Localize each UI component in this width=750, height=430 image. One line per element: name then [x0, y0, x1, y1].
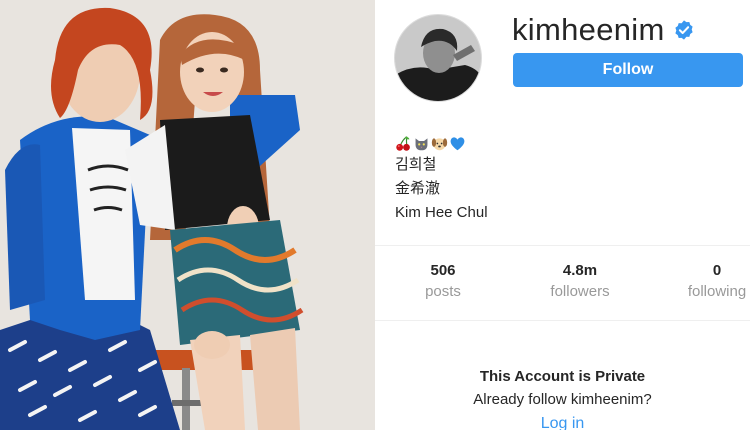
- login-link[interactable]: Log in: [541, 412, 585, 430]
- stat-followers-label: followers: [550, 283, 610, 300]
- bio: 김희철 金希澈 Kim Hee Chul: [395, 134, 488, 225]
- bio-line-chinese: 金希澈: [395, 180, 441, 197]
- stats-bar: 506 posts 4.8m followers 0 following: [375, 262, 750, 310]
- username: kimheenim: [512, 12, 665, 47]
- stats-divider-top: [375, 245, 750, 246]
- verified-badge-icon: [673, 19, 695, 41]
- avatar-image: [395, 15, 481, 101]
- photo-illustration: [0, 0, 375, 430]
- stat-posts-value: 506: [430, 262, 456, 279]
- stat-followers[interactable]: 4.8m followers: [543, 262, 617, 304]
- cherries-icon: [395, 135, 412, 152]
- bio-emoji-row: [395, 134, 488, 152]
- bio-line-korean: 김희철: [395, 156, 437, 173]
- cat-face-icon: [413, 135, 430, 152]
- profile-panel: kimheenim Follow 김희철 金希澈 Kim Hee Chul 50…: [375, 0, 750, 430]
- stat-following[interactable]: 0 following: [681, 262, 750, 304]
- stat-posts: 506 posts: [417, 262, 469, 304]
- stats-divider-bottom: [375, 320, 750, 321]
- private-account-notice: This Account is Private Already follow k…: [375, 366, 750, 430]
- follow-button[interactable]: Follow: [513, 53, 743, 87]
- blue-heart-icon: [449, 135, 466, 152]
- dog-face-icon: [431, 135, 448, 152]
- stat-followers-value: 4.8m: [562, 262, 598, 279]
- stat-following-label: following: [687, 283, 747, 300]
- stat-following-value: 0: [712, 262, 722, 279]
- private-subtitle: Already follow kimheenim?: [473, 391, 652, 408]
- username-row: kimheenim: [512, 10, 695, 50]
- avatar[interactable]: [394, 14, 482, 102]
- stat-posts-label: posts: [425, 283, 461, 300]
- bio-line-english: Kim Hee Chul: [395, 204, 488, 221]
- private-title: This Account is Private: [479, 368, 646, 385]
- promo-photo: [0, 0, 375, 430]
